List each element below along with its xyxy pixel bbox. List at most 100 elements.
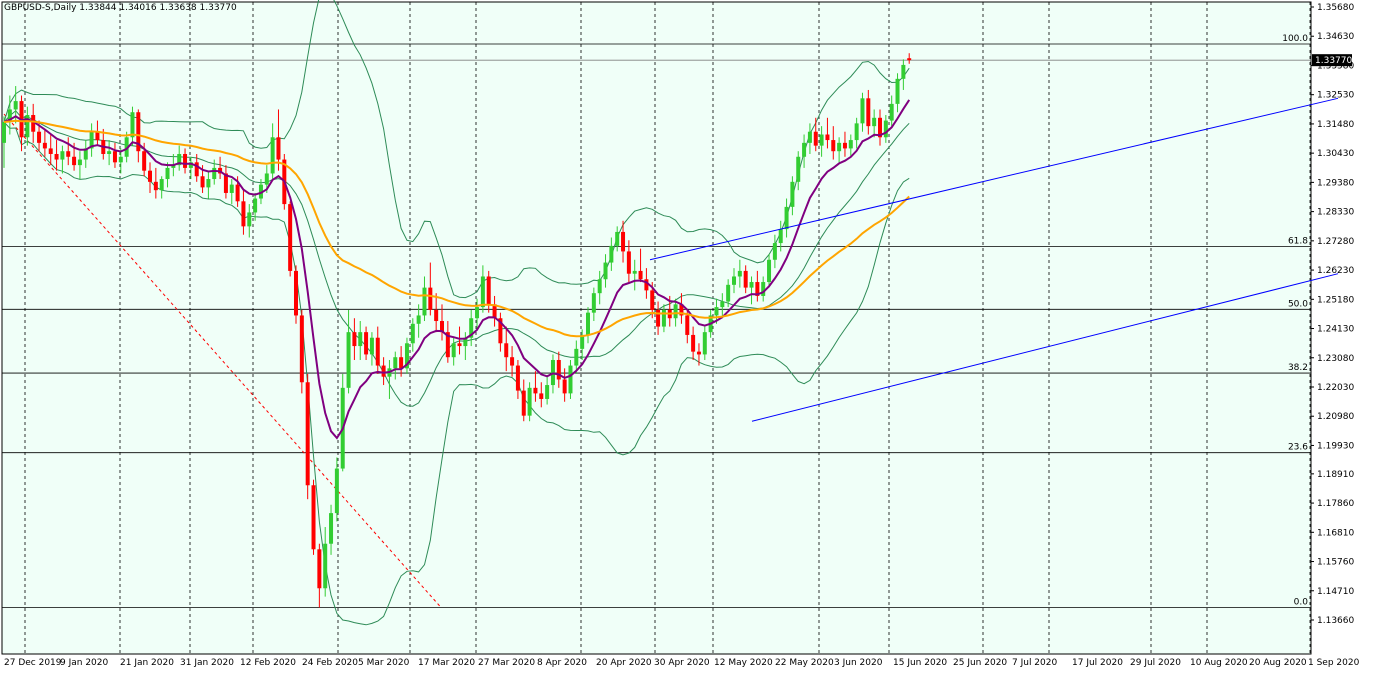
fib-level-label: 0.0 [1294, 597, 1309, 607]
bull-candle [749, 282, 754, 288]
bear-candle [831, 140, 836, 152]
bull-candle [323, 543, 328, 589]
bear-candle [556, 359, 561, 380]
bear-candle [533, 387, 538, 394]
date-tick-label: 12 May 2020 [714, 658, 773, 668]
date-tick-label: 27 Mar 2020 [478, 658, 535, 668]
fib-level-label: 100.0 [1282, 34, 1308, 44]
bull-candle [819, 134, 824, 146]
chart-ohlc: 1.33844 1.34016 1.33638 1.33770 [79, 3, 237, 13]
bear-candle [235, 184, 240, 202]
bear-candle [153, 181, 158, 191]
date-tick-label: 30 Apr 2020 [654, 658, 710, 668]
bear-candle [813, 131, 818, 146]
bear-candle [294, 270, 298, 316]
bear-candle [112, 151, 117, 163]
bear-candle [364, 332, 369, 355]
bear-candle [72, 156, 77, 166]
bull-candle [369, 337, 374, 355]
date-tick-label: 27 Dec 2019 [4, 658, 62, 668]
bear-candle [562, 379, 567, 394]
bull-candle [609, 245, 614, 263]
bear-candle [54, 153, 59, 160]
chart-symbol: GBPUSD-S,Daily [4, 3, 77, 13]
bull-candle [107, 151, 112, 154]
bull-candle [837, 142, 842, 152]
fib-level-label: 23.6 [1288, 443, 1308, 453]
date-tick-label: 20 Aug 2020 [1249, 658, 1307, 668]
bear-candle [399, 357, 404, 369]
price-tick-label: 1.29380 [1317, 178, 1354, 188]
bull-candle [422, 287, 427, 316]
bear-candle [743, 270, 748, 288]
bull-candle [591, 293, 596, 313]
bull-candle [597, 279, 602, 294]
bull-candle [475, 307, 480, 319]
bull-candle [889, 103, 894, 121]
bull-candle [673, 304, 678, 319]
bear-candle [510, 357, 515, 366]
bear-candle [866, 98, 871, 127]
bull-candle [77, 159, 82, 166]
bull-candle [270, 137, 275, 174]
bull-candle [661, 309, 666, 327]
date-tick-label: 25 Jun 2020 [953, 658, 1007, 668]
price-tick-label: 1.24130 [1317, 325, 1354, 335]
bear-candle [381, 365, 386, 377]
bear-candle [183, 153, 188, 168]
bull-candle [346, 332, 351, 388]
bull-candle [451, 343, 456, 358]
bull-candle [737, 270, 742, 277]
bear-candle [515, 365, 520, 391]
fib-level-label: 38.2 [1288, 363, 1308, 373]
price-tick-label: 1.13660 [1317, 616, 1354, 626]
bear-candle [504, 343, 509, 358]
plot-area [1, 1, 1312, 655]
price-tick-label: 1.31480 [1317, 120, 1354, 130]
date-tick-label: 29 Jul 2020 [1130, 658, 1181, 668]
date-tick-label: 9 Jan 2020 [60, 658, 108, 668]
price-tick-label: 1.34630 [1317, 32, 1354, 42]
date-tick-label: 1 Sep 2020 [1308, 658, 1360, 668]
date-tick-label: 17 Jul 2020 [1072, 658, 1123, 668]
price-tick-label: 1.23080 [1317, 354, 1354, 364]
bear-candle [241, 201, 246, 227]
bull-candle [13, 101, 18, 110]
bull-candle [2, 121, 6, 143]
bear-candle [305, 382, 310, 486]
bull-candle [895, 78, 900, 104]
bear-candle [352, 332, 357, 347]
current-price-label: 1.33770 [1315, 56, 1352, 66]
bull-candle [334, 468, 339, 514]
bear-candle [317, 549, 322, 589]
price-tick-label: 1.27280 [1317, 237, 1354, 247]
bear-candle [148, 170, 152, 182]
bear-candle [434, 309, 439, 322]
bear-candle [42, 142, 47, 149]
price-tick-label: 1.20980 [1317, 412, 1354, 422]
bull-candle [60, 151, 65, 160]
bull-candle [264, 173, 269, 185]
bear-candle [539, 393, 544, 399]
bull-candle [883, 120, 888, 138]
bear-candle [842, 142, 847, 149]
bull-candle [714, 307, 719, 316]
bull-candle [726, 284, 731, 302]
bear-candle [486, 276, 491, 305]
bear-candle [626, 251, 631, 274]
bull-candle [393, 357, 398, 369]
date-tick-label: 5 Mar 2020 [358, 658, 410, 668]
date-tick-label: 3 Jun 2020 [834, 658, 883, 668]
price-chart: 100.0 61.8 50.0 38.2 23.6 0.0 1.35680 1.34630 1.… [1, 0, 1360, 668]
bull-candle [480, 276, 485, 308]
bull-candle [586, 312, 590, 335]
bear-candle [825, 134, 830, 141]
bull-candle [784, 206, 789, 230]
bear-candle [142, 151, 147, 171]
bull-candle [247, 212, 252, 227]
bear-candle [200, 176, 205, 188]
bull-candle [329, 513, 334, 544]
bull-candle [796, 156, 801, 182]
date-tick-label: 10 Aug 2020 [1190, 658, 1248, 668]
bear-candle [66, 151, 71, 157]
